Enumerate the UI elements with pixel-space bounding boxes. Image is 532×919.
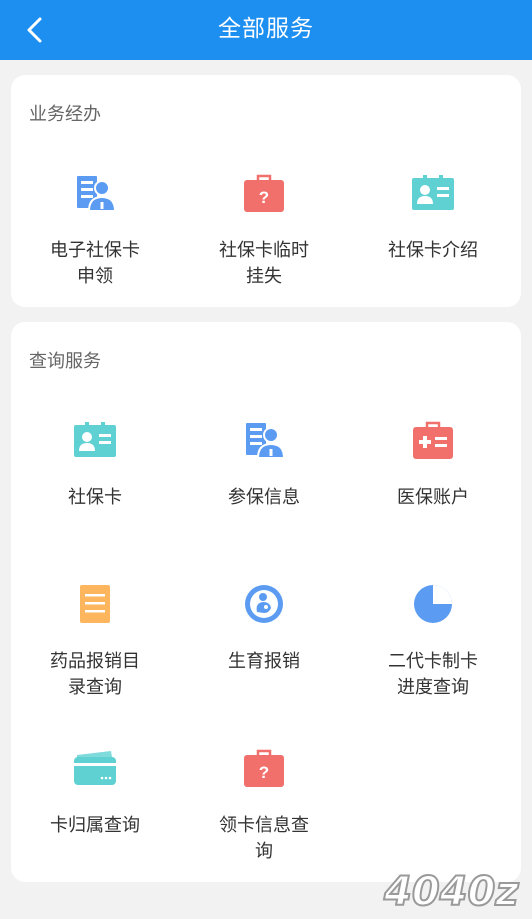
- service-label: 药品报销目 录查询: [50, 651, 140, 698]
- app-header: 全部服务: [0, 0, 532, 60]
- service-card-progress[interactable]: 二代卡制卡 进度查询: [349, 582, 517, 701]
- service-label: 领卡信息查 询: [219, 815, 309, 862]
- service-e-social-card-apply[interactable]: 电子社保卡 申领: [11, 171, 179, 290]
- service-label: 卡归属查询: [50, 815, 140, 836]
- svg-text:?: ?: [259, 188, 269, 207]
- document-list-icon: [80, 585, 110, 623]
- service-card-intro[interactable]: 社保卡介绍: [349, 171, 517, 264]
- svg-text:4040z: 4040z: [383, 869, 519, 915]
- progress-pie-icon: [414, 585, 452, 623]
- service-card-pickup-info[interactable]: ? 领卡信息查 询: [180, 746, 348, 865]
- service-label: 医保账户: [397, 487, 469, 508]
- service-label: 电子社保卡 申领: [50, 240, 140, 287]
- service-insurance-info[interactable]: 参保信息: [180, 418, 348, 511]
- service-card-temp-loss[interactable]: ? 社保卡临时 挂失: [180, 171, 348, 290]
- baby-circle-icon: [245, 585, 283, 623]
- id-card-person-icon: [246, 423, 286, 459]
- service-label: 社保卡临时 挂失: [219, 240, 309, 287]
- section-title: 查询服务: [29, 351, 101, 372]
- service-label: 参保信息: [228, 487, 300, 508]
- contact-card-icon: [412, 175, 454, 210]
- service-label: 生育报销: [228, 651, 300, 672]
- service-label: 社保卡介绍: [388, 240, 478, 261]
- contact-card-icon: [74, 422, 116, 457]
- query-services-card: 查询服务 社保卡 参保信息 医保账户 药品报销目 录查询 生育报销 二代卡制卡 …: [11, 322, 521, 882]
- service-social-card[interactable]: 社保卡: [11, 418, 179, 511]
- service-maternity-reimbursement[interactable]: 生育报销: [180, 582, 348, 675]
- question-briefcase-icon: ?: [244, 749, 284, 787]
- credit-card-icon: [74, 751, 116, 785]
- service-label: 二代卡制卡 进度查询: [388, 651, 478, 698]
- service-label: 社保卡: [68, 487, 122, 508]
- site-watermark-logo: 4040z: [382, 868, 520, 915]
- service-medical-account[interactable]: 医保账户: [349, 418, 517, 511]
- service-drug-catalog[interactable]: 药品报销目 录查询: [11, 582, 179, 701]
- service-card-ownership[interactable]: 卡归属查询: [11, 746, 179, 839]
- page-title: 全部服务: [218, 16, 314, 42]
- id-card-person-icon: [77, 176, 117, 212]
- section-title: 业务经办: [29, 104, 101, 125]
- business-handling-card: 业务经办 电子社保卡 申领 ? 社保卡临时 挂失 社保卡介绍: [11, 75, 521, 307]
- question-briefcase-icon: ?: [244, 174, 284, 212]
- medical-kit-icon: [413, 421, 453, 459]
- svg-text:?: ?: [259, 763, 269, 782]
